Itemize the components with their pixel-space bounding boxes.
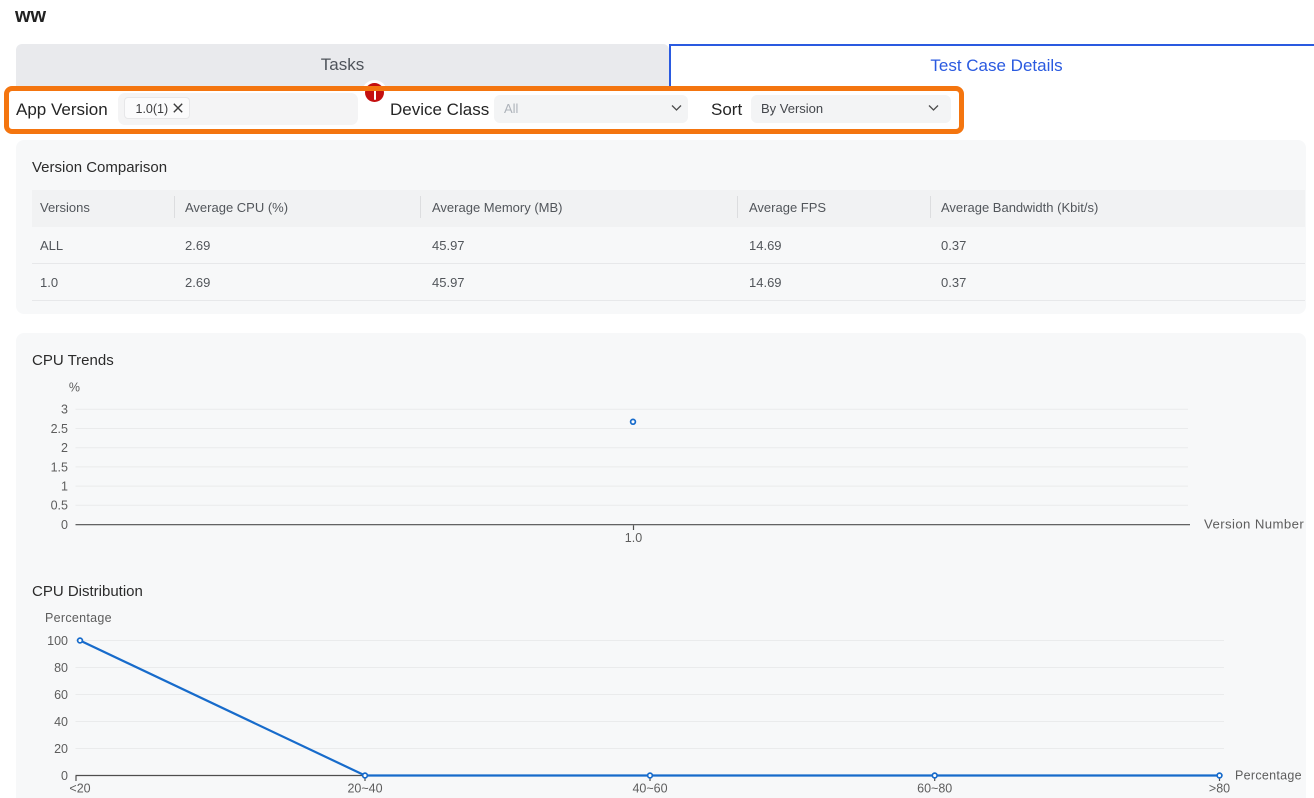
svg-text:40~60: 40~60 (632, 782, 667, 796)
svg-text:1: 1 (61, 480, 68, 494)
svg-text:0.5: 0.5 (51, 499, 68, 513)
svg-text:60: 60 (54, 688, 68, 702)
svg-text:2.5: 2.5 (51, 422, 68, 436)
svg-text:>80: >80 (1209, 782, 1230, 796)
svg-text:3: 3 (61, 403, 68, 417)
svg-text:Percentage: Percentage (1235, 769, 1302, 783)
svg-text:%: % (69, 381, 80, 395)
svg-text:0: 0 (61, 518, 68, 532)
svg-text:<20: <20 (69, 782, 90, 796)
svg-text:1.0: 1.0 (625, 531, 642, 545)
svg-text:40: 40 (54, 715, 68, 729)
svg-text:Percentage: Percentage (45, 611, 112, 625)
svg-text:100: 100 (47, 634, 68, 648)
svg-text:20: 20 (54, 742, 68, 756)
svg-text:80: 80 (54, 661, 68, 675)
svg-text:0: 0 (61, 769, 68, 783)
svg-text:Version Number: Version Number (1204, 517, 1304, 532)
svg-text:60~80: 60~80 (917, 782, 952, 796)
svg-text:1.5: 1.5 (51, 460, 68, 474)
svg-text:2: 2 (61, 441, 68, 455)
svg-text:20~40: 20~40 (347, 782, 382, 796)
